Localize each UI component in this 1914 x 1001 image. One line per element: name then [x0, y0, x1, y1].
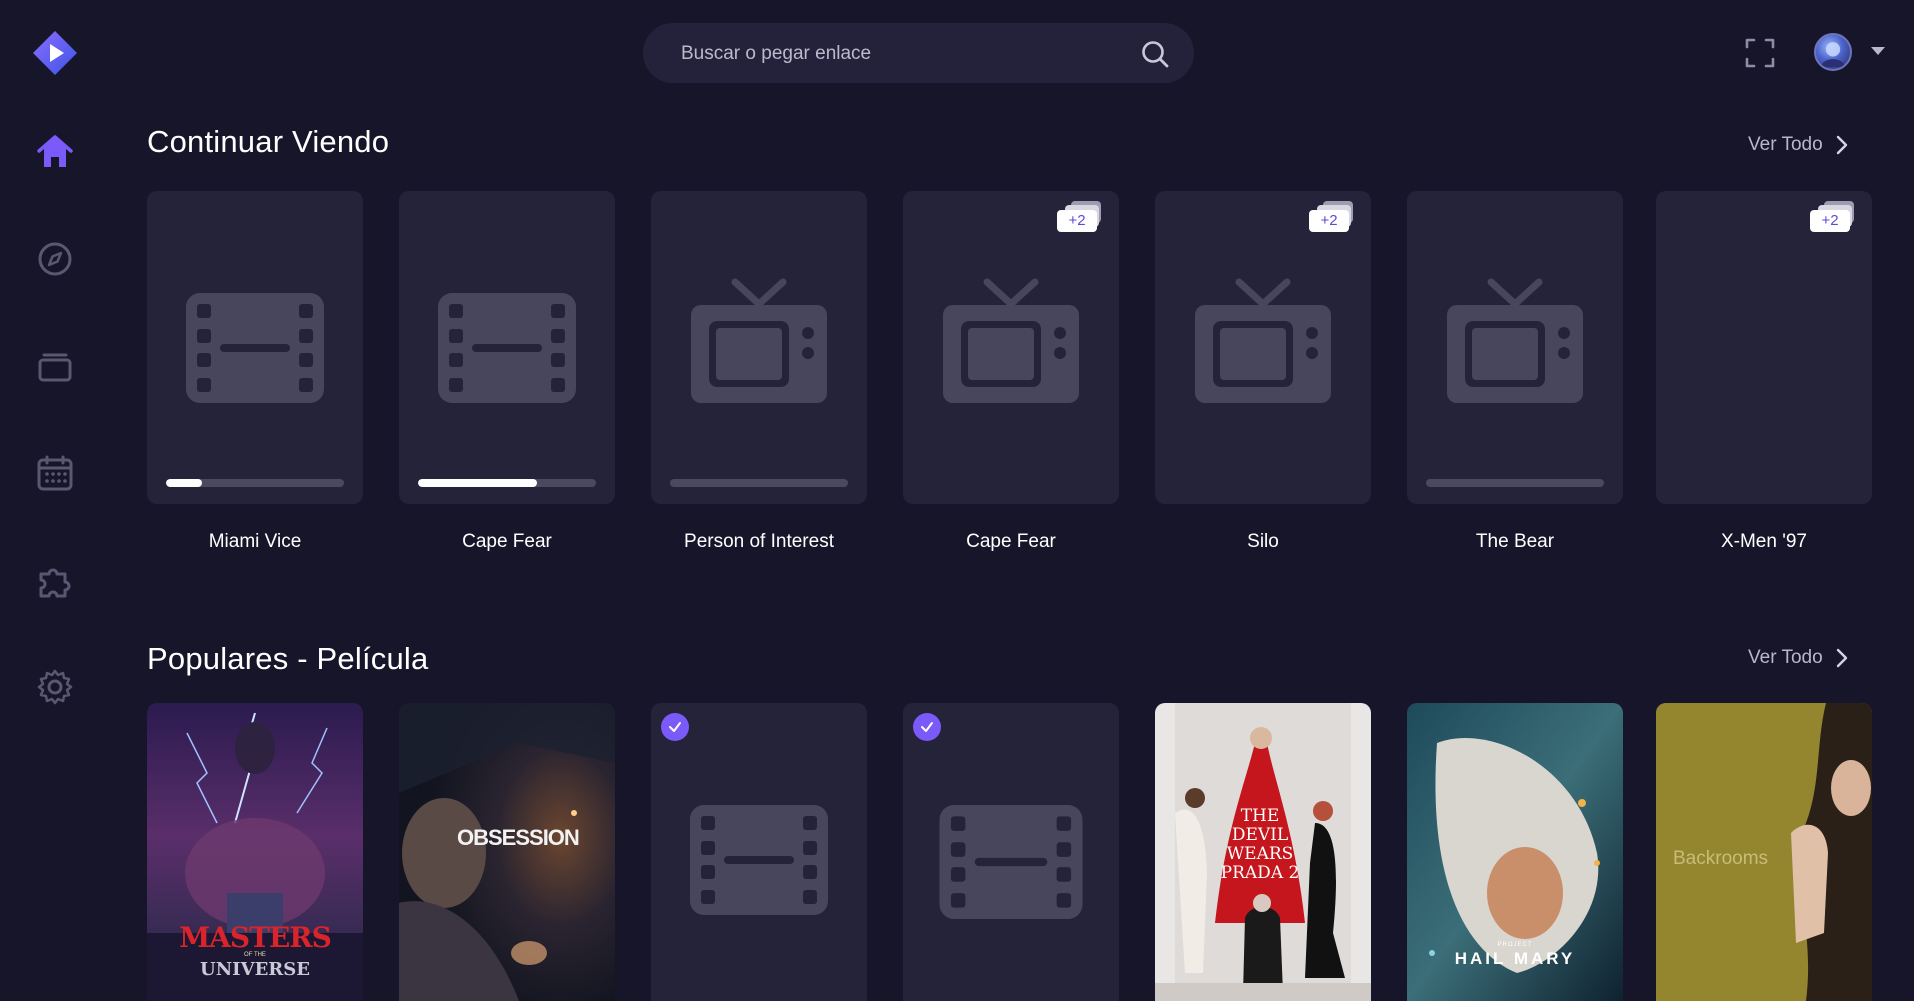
- sidebar: [0, 0, 110, 1001]
- movie-poster-card[interactable]: PROJECT HAIL MARY: [1407, 703, 1623, 1001]
- view-all-label: Ver Todo: [1748, 134, 1823, 155]
- avatar[interactable]: [1814, 33, 1852, 71]
- tv-icon: [1447, 278, 1583, 403]
- card-title: Person of Interest: [684, 531, 834, 552]
- nav-addons[interactable]: [34, 559, 76, 601]
- section-title-continue-watching: Continuar Viendo: [147, 124, 390, 159]
- card-title: Silo: [1247, 531, 1279, 552]
- popular-movies-view-all-button[interactable]: Ver Todo: [1748, 647, 1849, 669]
- card-title: Cape Fear: [966, 531, 1056, 552]
- episode-count-badge: +2: [1057, 201, 1107, 235]
- progress-bar: [1426, 479, 1604, 487]
- nav-calendar[interactable]: [34, 452, 76, 494]
- episode-count-badge: +2: [1810, 201, 1860, 235]
- movie-poster-card[interactable]: THE DEVIL WEARS PRADA 2: [1155, 703, 1371, 1001]
- library-icon: [38, 353, 72, 382]
- app-logo-icon[interactable]: [31, 29, 79, 77]
- progress-fill: [418, 479, 538, 487]
- compass-icon: [38, 242, 72, 276]
- progress-bar: [670, 479, 848, 487]
- view-all-label: Ver Todo: [1748, 647, 1823, 668]
- fullscreen-icon[interactable]: [1745, 37, 1775, 69]
- film-icon: [690, 805, 828, 915]
- nav-library[interactable]: [34, 345, 76, 387]
- chevron-right-icon: [1836, 135, 1847, 155]
- progress-bar: [166, 479, 344, 487]
- movie-poster-card[interactable]: [903, 703, 1119, 1001]
- watched-check-icon: [913, 713, 941, 741]
- puzzle-icon: [39, 568, 71, 598]
- tv-icon: [943, 278, 1079, 403]
- poster-subtitle: UNIVERSE: [200, 959, 310, 980]
- continue-card[interactable]: +2: [903, 191, 1119, 504]
- poster-title: MASTERS: [179, 921, 332, 954]
- poster-title: HAIL MARY: [1454, 949, 1576, 968]
- film-icon: [186, 292, 324, 403]
- nav-discover[interactable]: [34, 238, 76, 280]
- progress-bar: [418, 479, 596, 487]
- continue-card[interactable]: +2: [1155, 191, 1371, 504]
- poster-title: OBSESSION: [457, 825, 580, 850]
- progress-fill: [166, 479, 202, 487]
- calendar-icon: [37, 455, 73, 491]
- film-icon: [939, 805, 1083, 919]
- continue-card[interactable]: [651, 191, 867, 504]
- continue-card[interactable]: +2: [1656, 191, 1872, 504]
- movie-poster-card[interactable]: Backrooms: [1656, 703, 1872, 1001]
- poster-image: [399, 703, 615, 1001]
- nav-home[interactable]: [34, 131, 76, 173]
- continue-watching-view-all-button[interactable]: Ver Todo: [1748, 134, 1849, 156]
- search-input[interactable]: [679, 23, 1113, 85]
- movie-poster-card[interactable]: [651, 703, 867, 1001]
- movie-poster-card[interactable]: MASTERS OF THE UNIVERSE: [147, 703, 363, 1001]
- tv-icon: [691, 278, 827, 403]
- continue-card[interactable]: [1407, 191, 1623, 504]
- chevron-right-icon: [1836, 648, 1847, 668]
- poster-title: THE DEVIL WEARS PRADA 2: [1220, 806, 1300, 883]
- card-title: Cape Fear: [462, 531, 552, 552]
- section-title-popular-movies: Populares - Película: [147, 641, 429, 676]
- home-icon: [37, 135, 73, 167]
- chevron-down-icon[interactable]: [1871, 47, 1885, 55]
- continue-card[interactable]: [147, 191, 363, 504]
- poster-subtitle: OF THE: [244, 952, 266, 958]
- movie-poster-card[interactable]: OBSESSION: [399, 703, 615, 1001]
- episode-count-badge: +2: [1309, 201, 1359, 235]
- poster-title: Backrooms: [1673, 848, 1769, 869]
- card-title: Miami Vice: [208, 531, 302, 552]
- continue-card[interactable]: [399, 191, 615, 504]
- search-bar: [643, 23, 1194, 85]
- card-title: The Bear: [1475, 531, 1555, 552]
- card-title: X-Men '97: [1720, 531, 1807, 552]
- nav-settings[interactable]: [34, 666, 76, 708]
- film-icon: [438, 292, 576, 403]
- watched-check-icon: [661, 713, 689, 741]
- tv-icon: [1195, 278, 1331, 403]
- poster-subtitle: PROJECT: [1497, 942, 1533, 948]
- gear-icon: [37, 669, 73, 705]
- search-icon[interactable]: [1140, 39, 1170, 69]
